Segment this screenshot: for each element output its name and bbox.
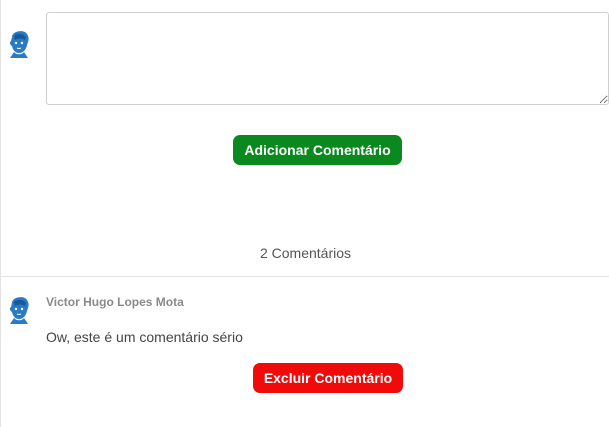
comment-count: 2 Comentários [259, 245, 352, 261]
comment-input[interactable] [46, 12, 609, 105]
user-avatar-icon [6, 294, 34, 326]
add-comment-button[interactable]: Adicionar Comentário [233, 135, 402, 165]
divider [1, 276, 609, 277]
user-avatar-icon [6, 28, 34, 60]
comments-section: Adicionar Comentário 2 Comentários Victo… [0, 0, 609, 427]
comment-author: Victor Hugo Lopes Mota [46, 295, 184, 309]
delete-comment-button[interactable]: Excluir Comentário [253, 363, 403, 393]
comment-text: Ow, este é um comentário sério [46, 329, 243, 345]
